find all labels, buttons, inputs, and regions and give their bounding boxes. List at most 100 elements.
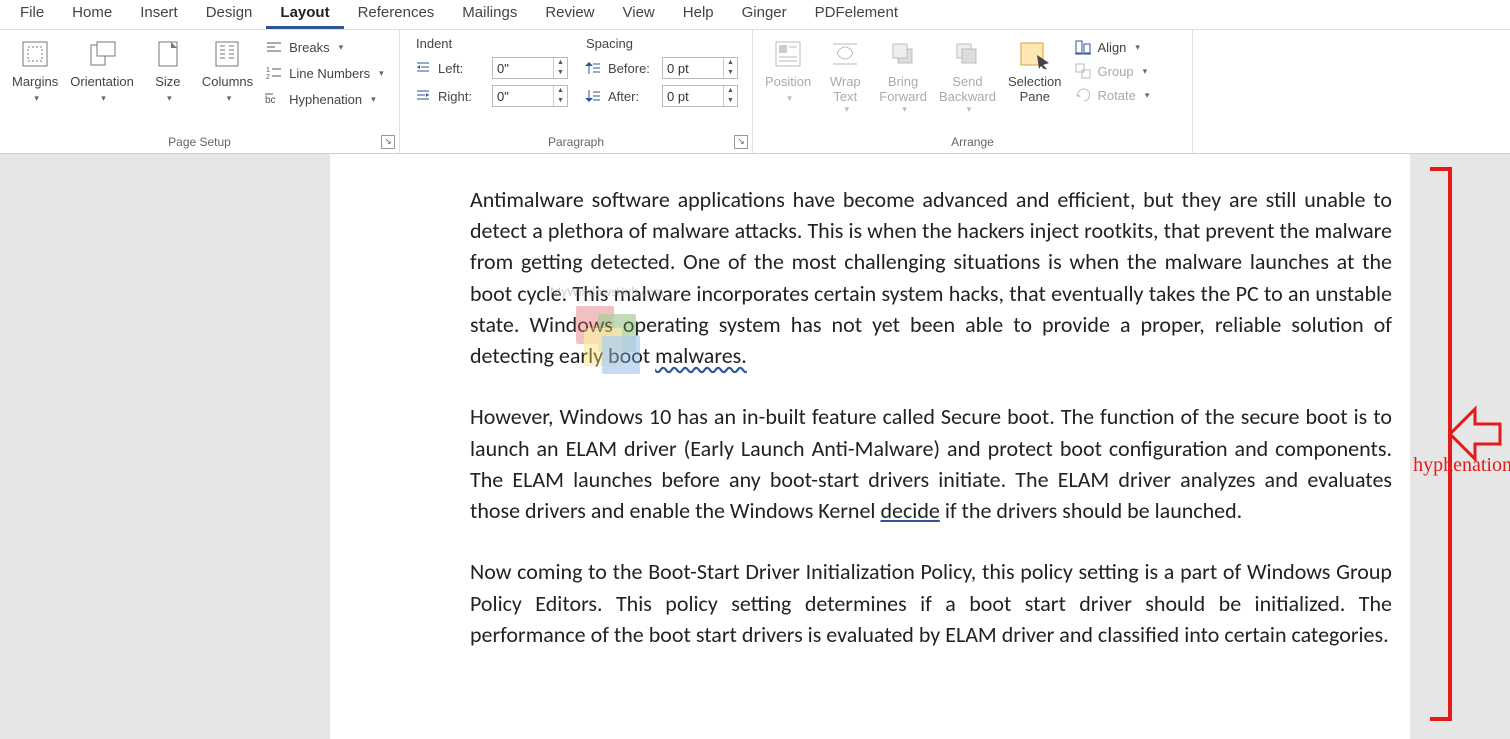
columns-icon xyxy=(211,38,243,70)
tab-pdfelement[interactable]: PDFelement xyxy=(801,0,912,29)
line-numbers-button[interactable]: 12 Line Numbers▾ xyxy=(263,62,385,84)
document-page[interactable]: MyWindowsHub.com Antimalware software ap… xyxy=(330,154,1410,739)
breaks-button[interactable]: Breaks ▾ xyxy=(263,36,385,58)
down-arrow-icon[interactable]: ▼ xyxy=(724,96,737,106)
indent-left-label: Left: xyxy=(438,61,486,76)
selection-pane-button[interactable]: Selection Pane xyxy=(1002,34,1067,104)
breaks-icon xyxy=(265,38,283,56)
indent-right-spinner[interactable]: ▲▼ xyxy=(492,85,568,107)
page-setup-launcher[interactable]: ↘ xyxy=(381,135,395,149)
left-gutter xyxy=(0,154,330,739)
tab-design[interactable]: Design xyxy=(192,0,267,29)
group-objects-button: Group ▾ xyxy=(1074,62,1150,80)
rotate-button: Rotate▾ xyxy=(1074,86,1150,104)
chevron-down-icon: ▾ xyxy=(379,68,384,79)
group-label-page-setup: Page Setup xyxy=(6,133,393,153)
ribbon-tabs: File Home Insert Design Layout Reference… xyxy=(0,0,1510,30)
up-arrow-icon[interactable]: ▲ xyxy=(554,86,567,96)
tab-file[interactable]: File xyxy=(6,0,58,29)
chevron-down-icon: ▾ xyxy=(967,104,972,115)
align-icon xyxy=(1074,38,1092,56)
svg-text:2: 2 xyxy=(266,74,270,81)
indent-left-spinner[interactable]: ▲▼ xyxy=(492,57,568,79)
paragraph-launcher[interactable]: ↘ xyxy=(734,135,748,149)
spacing-before-spinner[interactable]: ▲▼ xyxy=(662,57,738,79)
hyphenation-label: Hyphenation xyxy=(289,92,362,107)
size-label: Size xyxy=(155,74,180,89)
size-icon xyxy=(152,38,184,70)
chevron-down-icon: ▾ xyxy=(339,42,344,53)
orientation-icon xyxy=(86,38,118,70)
group-label-arrange: Arrange xyxy=(759,133,1186,153)
columns-label: Columns xyxy=(202,74,253,89)
tab-review[interactable]: Review xyxy=(531,0,608,29)
annotation-label: hyphenation xyxy=(1413,454,1510,477)
body-paragraph-1[interactable]: Antimalware software applications have b… xyxy=(470,184,1392,371)
chevron-down-icon: ▾ xyxy=(371,94,376,105)
down-arrow-icon[interactable]: ▼ xyxy=(554,96,567,106)
bring-forward-label: Bring Forward xyxy=(879,74,927,104)
ribbon: Margins▾ Orientation▾ Size▾ Columns▾ xyxy=(0,30,1510,154)
tab-references[interactable]: References xyxy=(344,0,449,29)
down-arrow-icon[interactable]: ▼ xyxy=(554,68,567,78)
up-arrow-icon[interactable]: ▲ xyxy=(724,58,737,68)
chevron-down-icon: ▾ xyxy=(787,93,792,103)
spacing-after-spinner[interactable]: ▲▼ xyxy=(662,85,738,107)
spacing-header: Spacing xyxy=(584,34,738,57)
down-arrow-icon[interactable]: ▼ xyxy=(724,68,737,78)
tab-ginger[interactable]: Ginger xyxy=(728,0,801,29)
spacing-before-input[interactable] xyxy=(663,58,723,78)
orientation-button[interactable]: Orientation▾ xyxy=(64,34,140,106)
body-paragraph-2[interactable]: However, Windows 10 has an in-built feat… xyxy=(470,401,1392,526)
size-button[interactable]: Size ▾ xyxy=(140,34,196,106)
p3-text: Now coming to the Boot-Start Driver Init… xyxy=(470,558,1392,647)
wrap-text-button: Wrap Text ▾ xyxy=(817,34,873,115)
send-backward-button: Send Backward ▾ xyxy=(933,34,1002,115)
tab-mailings[interactable]: Mailings xyxy=(448,0,531,29)
wrap-text-label: Wrap Text xyxy=(830,74,861,104)
indent-right-label: Right: xyxy=(438,89,486,104)
tab-insert[interactable]: Insert xyxy=(126,0,192,29)
group-label-paragraph: Paragraph xyxy=(406,133,746,153)
body-paragraph-3[interactable]: Now coming to the Boot-Start Driver Init… xyxy=(470,556,1392,650)
tab-view[interactable]: View xyxy=(609,0,669,29)
spacing-before-icon xyxy=(584,59,602,77)
align-label: Align xyxy=(1098,40,1127,55)
margins-button[interactable]: Margins▾ xyxy=(6,34,64,106)
svg-text:1: 1 xyxy=(266,67,270,74)
breaks-label: Breaks xyxy=(289,40,329,55)
group-objects-label: Group xyxy=(1098,64,1134,79)
group-page-setup: Margins▾ Orientation▾ Size▾ Columns▾ xyxy=(0,30,400,153)
align-button[interactable]: Align▾ xyxy=(1074,38,1150,56)
columns-button[interactable]: Columns ▾ xyxy=(196,34,259,106)
group-icon xyxy=(1074,62,1092,80)
bring-forward-icon xyxy=(887,38,919,70)
orientation-label: Orientation xyxy=(70,74,134,89)
chevron-down-icon: ▾ xyxy=(167,93,172,103)
selection-pane-label: Selection Pane xyxy=(1008,74,1061,104)
chevron-down-icon: ▾ xyxy=(34,93,39,103)
up-arrow-icon[interactable]: ▲ xyxy=(724,86,737,96)
rotate-icon xyxy=(1074,86,1092,104)
position-icon xyxy=(772,38,804,70)
chevron-down-icon: ▾ xyxy=(227,93,232,103)
hyphenation-button[interactable]: bc Hyphenation▾ xyxy=(263,88,385,110)
indent-left-input[interactable] xyxy=(493,58,553,78)
group-arrange: Position▾ Wrap Text ▾ Bring Forward ▾ Se… xyxy=(753,30,1193,153)
tab-help[interactable]: Help xyxy=(669,0,728,29)
p1-text: Antimalware software applications have b… xyxy=(470,186,1392,369)
spacing-before-label: Before: xyxy=(608,61,656,76)
tab-layout[interactable]: Layout xyxy=(266,0,343,29)
margins-icon xyxy=(19,38,51,70)
tab-home[interactable]: Home xyxy=(58,0,126,29)
indent-right-icon xyxy=(414,87,432,105)
send-backward-icon xyxy=(951,38,983,70)
spacing-after-input[interactable] xyxy=(663,86,723,106)
spacing-after-icon xyxy=(584,87,602,105)
wrap-text-icon xyxy=(829,38,861,70)
chevron-down-icon: ▾ xyxy=(1145,90,1150,101)
bring-forward-button: Bring Forward ▾ xyxy=(873,34,933,115)
chevron-down-icon: ▾ xyxy=(1143,66,1148,77)
indent-right-input[interactable] xyxy=(493,86,553,106)
up-arrow-icon[interactable]: ▲ xyxy=(554,58,567,68)
